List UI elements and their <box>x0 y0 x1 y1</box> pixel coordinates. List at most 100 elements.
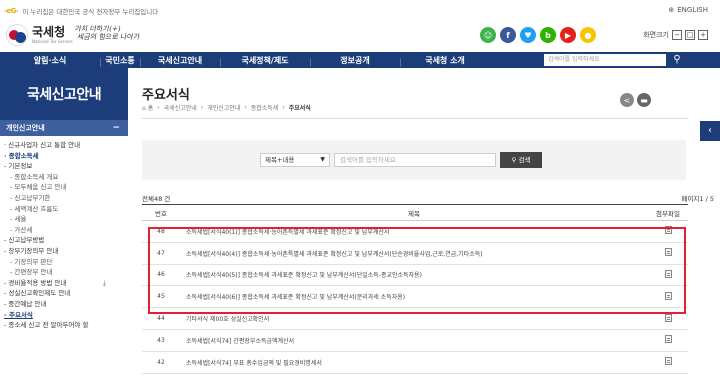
row-number: 43 <box>142 329 180 352</box>
file-icon[interactable] <box>664 357 672 366</box>
total-count: 전체48 건 <box>142 195 171 203</box>
slogan-line2: 세금의 힘으로 나아가 <box>76 33 141 41</box>
twitter-icon[interactable]: ♥ <box>520 27 536 43</box>
collapse-icon[interactable]: − <box>112 120 120 136</box>
file-icon[interactable] <box>664 226 672 235</box>
sidebar-item-label: - 성실신고확인제도 안내 <box>4 289 71 298</box>
sidebar-item-label: - 주요서식 <box>4 310 33 319</box>
sidebar-item-label: - 기본정보 <box>4 162 33 171</box>
row-attachment[interactable] <box>648 285 688 309</box>
file-icon[interactable] <box>664 248 672 257</box>
zoom-label: 화면크기 <box>643 31 669 39</box>
sidebar-item[interactable]: - 성실신고확인제도 안내 <box>0 288 128 299</box>
gov-notice: -eG- 이 누리집은 대한민국 공식 전자정부 누리집입니다 <box>4 6 158 16</box>
board-search: 제목+내용 ▼ 검색어를 입력하세요 ⚲ 검색 <box>142 140 686 180</box>
sidebar-item[interactable]: - 중간예납 안내 <box>0 299 128 310</box>
sidebar-item[interactable]: - 신고납부기한 <box>0 193 128 204</box>
sidebar-section[interactable]: 개인신고안내 − <box>0 120 128 136</box>
row-title-link[interactable]: 소득세법[서식40(5)] 종합소득세 과세표준 확정신고 및 납부계산서(단일… <box>180 264 648 287</box>
zoom-out-button[interactable]: − <box>672 30 682 40</box>
sidebar-item-label: - 신고납부방법 <box>4 236 45 245</box>
row-title-link[interactable]: 소득세법[서식74] 간편장부소득금액계산서 <box>180 329 648 352</box>
row-title-link[interactable]: 기타서식 제00호 성실신고확인서 <box>180 307 648 330</box>
search-type-select[interactable]: 제목+내용 ▼ <box>260 153 330 167</box>
row-attachment[interactable] <box>648 220 688 243</box>
col-title: 제목 <box>180 204 648 221</box>
board-search-input[interactable]: 검색어를 입력하세요 <box>334 153 496 167</box>
sidebar-item[interactable]: - 모두채움 신고 안내 <box>0 182 128 193</box>
sidebar-item-label: - 세율 <box>10 215 27 224</box>
row-attachment[interactable] <box>648 307 688 330</box>
row-number: 47 <box>142 242 180 265</box>
nav-communication[interactable]: 국민소통 <box>100 55 140 67</box>
row-title-link[interactable]: 소득세법[서식40(4)] 종합소득세·농어촌특별세 과세표준 확정신고 및 납… <box>180 242 648 265</box>
file-icon[interactable] <box>664 313 672 322</box>
sidebar-item-label: - 세액계산 흐름도 <box>10 204 59 213</box>
nav-news[interactable]: 알림·소식 <box>0 55 100 66</box>
search-icon[interactable]: ⚲ <box>670 53 684 67</box>
breadcrumb-item[interactable]: ⌂ 홈 <box>142 103 153 112</box>
share-icon[interactable]: < <box>620 93 634 107</box>
sidebar-item[interactable]: - 간편장부 안내 <box>0 267 128 278</box>
sidebar-item-label: - 신고납부기한 <box>10 193 51 202</box>
blog-icon[interactable]: b <box>540 27 556 43</box>
divider <box>142 118 688 119</box>
file-icon[interactable] <box>664 291 672 300</box>
nav-tax-filing[interactable]: 국세신고안내 <box>140 55 220 67</box>
chevron-right-icon: › <box>282 104 285 111</box>
row-title-link[interactable]: 소득세법[서식40(6)] 종합소득세 과세표준 확정신고 및 납부계산서(분리… <box>180 285 648 309</box>
chevron-right-icon: › <box>244 104 247 111</box>
file-icon[interactable] <box>664 269 672 278</box>
sidebar-item[interactable]: - 장부기장의무 안내 <box>0 246 128 257</box>
kakao-icon[interactable]: ● <box>580 27 596 43</box>
sidebar-item[interactable]: - 주요서식 <box>0 310 128 321</box>
board-search-button[interactable]: ⚲ 검색 <box>500 152 542 168</box>
sidebar-item[interactable]: · 신규사업자 신고 통합 안내 <box>0 140 128 151</box>
col-attachment: 첨부파일 <box>648 204 688 221</box>
print-icon[interactable]: ▬ <box>637 93 651 107</box>
breadcrumb-item[interactable]: 개인신고안내 <box>207 103 240 112</box>
table-row: 42 소득세법[서식74] 부표 총수입금액 및 필요경비명세서 <box>142 351 688 374</box>
talk-icon[interactable]: ☺ <box>480 27 496 43</box>
row-attachment[interactable] <box>648 242 688 265</box>
sidebar-item-label: - 종합소득세 개요 <box>10 172 59 181</box>
sidebar-item[interactable]: - 신고납부방법 <box>0 235 128 246</box>
row-attachment[interactable] <box>648 351 688 374</box>
side-panel-toggle-icon[interactable]: ‹ <box>700 121 720 141</box>
row-title-link[interactable]: 소득세법[서식40(1)] 종합소득세·농어촌특별세 과세표준 확정신고 및 납… <box>180 220 648 243</box>
sidebar-item[interactable]: · 종합소득세 <box>0 151 128 162</box>
row-number: 45 <box>142 285 180 309</box>
breadcrumb-item[interactable]: 종합소득세 <box>251 103 279 112</box>
youtube-icon[interactable]: ▶ <box>560 27 576 43</box>
nav-tax-policy[interactable]: 국세정책/제도 <box>220 55 310 67</box>
breadcrumb-item[interactable]: 주요서식 <box>289 103 311 112</box>
chevron-right-icon: › <box>157 104 160 111</box>
sidebar-item[interactable]: - 세율 <box>0 214 128 225</box>
zoom-in-button[interactable]: + <box>698 30 708 40</box>
nav-disclosure[interactable]: 정보공개 <box>310 55 400 67</box>
sidebar-item[interactable]: - 가산세 <box>0 225 128 236</box>
sidebar-item[interactable]: - 경비율적용 방법 안내 ⤓ <box>0 278 128 289</box>
sidebar-item[interactable]: - 기본정보 <box>0 161 128 172</box>
zoom-reset-button[interactable]: □ <box>685 30 695 40</box>
sidebar-item-label: - 간편장부 안내 <box>10 268 53 277</box>
egov-badge-icon: -eG- <box>4 7 19 15</box>
table-row: 46 소득세법[서식40(5)] 종합소득세 과세표준 확정신고 및 납부계산서(… <box>142 264 688 287</box>
row-attachment[interactable] <box>648 264 688 287</box>
row-title-link[interactable]: 소득세법[서식74] 부표 총수입금액 및 필요경비명세서 <box>180 351 648 374</box>
english-link[interactable]: ⊕ ENGLISH <box>668 6 708 14</box>
sidebar-item[interactable]: - 종소세 신고 전 알아두어야 할 <box>0 320 128 331</box>
facebook-icon[interactable]: f <box>500 27 516 43</box>
sidebar-item[interactable]: - 기장의무 판단 <box>0 257 128 268</box>
download-icon[interactable]: ⤓ <box>103 278 106 289</box>
breadcrumb-item[interactable]: 국세신고안내 <box>164 103 197 112</box>
row-number: 42 <box>142 351 180 374</box>
site-logo[interactable]: 국세청 National Tax Service <box>6 24 73 46</box>
sidebar-item[interactable]: - 세액계산 흐름도 <box>0 204 128 215</box>
site-search-input[interactable]: 검색어를 입력하세요 <box>544 54 666 66</box>
sidebar-title: 국세신고안내 <box>0 68 128 120</box>
file-icon[interactable] <box>664 335 672 344</box>
row-attachment[interactable] <box>648 329 688 352</box>
nav-about[interactable]: 국세청 소개 <box>400 55 490 67</box>
sidebar-item[interactable]: - 종합소득세 개요 <box>0 172 128 183</box>
